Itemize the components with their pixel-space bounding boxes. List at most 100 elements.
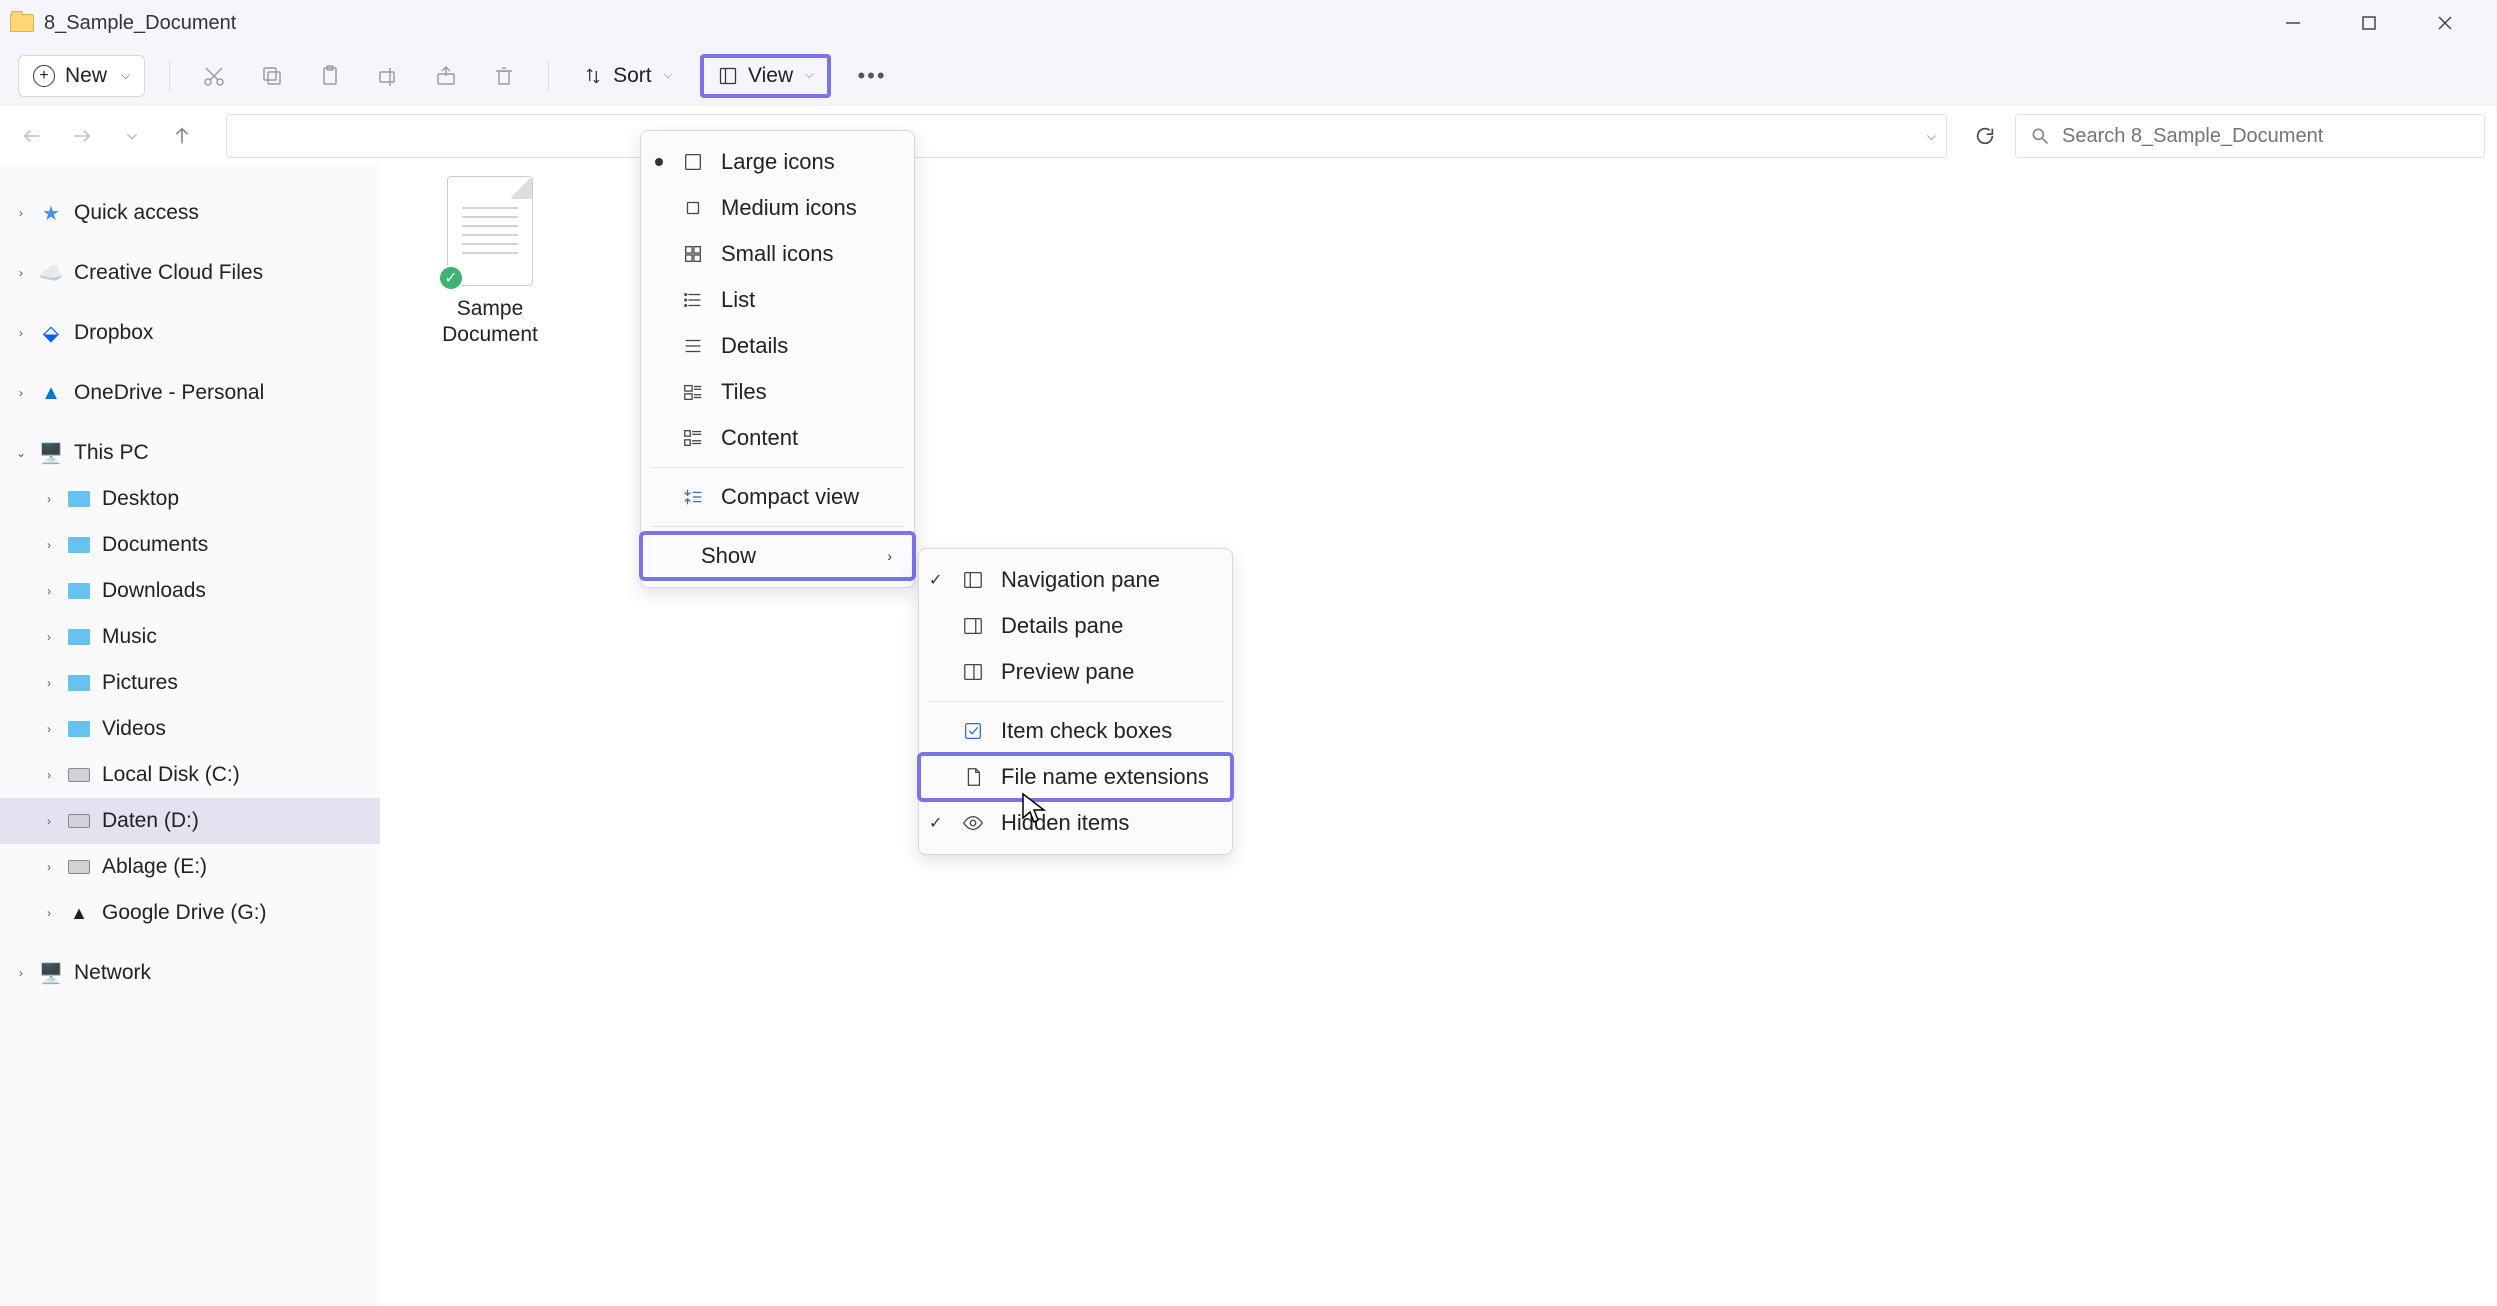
sidebar-item-network[interactable]: ›🖥️Network xyxy=(0,950,380,996)
more-button[interactable]: ••• xyxy=(849,59,894,93)
share-button[interactable] xyxy=(426,56,466,96)
sidebar-item-ablage[interactable]: ›Ablage (E:) xyxy=(0,844,380,890)
sidebar-label: This PC xyxy=(74,441,149,465)
file-item[interactable]: ✓ Sampe Document xyxy=(420,176,560,349)
sidebar-item-this-pc[interactable]: ⌄🖥️This PC xyxy=(0,430,380,476)
details-pane-icon xyxy=(961,615,985,637)
menu-item-hidden-items[interactable]: ✓ Hidden items xyxy=(919,800,1232,846)
menu-item-small-icons[interactable]: Small icons xyxy=(641,231,914,277)
selected-indicator xyxy=(655,158,663,166)
view-icon xyxy=(718,66,738,86)
maximize-button[interactable] xyxy=(2347,7,2391,39)
sidebar-item-videos[interactable]: ›Videos xyxy=(0,706,380,752)
up-button[interactable] xyxy=(162,116,202,156)
minimize-button[interactable] xyxy=(2271,7,2315,39)
sidebar-label: Network xyxy=(74,961,151,985)
folder-icon xyxy=(68,675,90,691)
menu-item-item-check-boxes[interactable]: Item check boxes xyxy=(919,708,1232,754)
sidebar-label: Creative Cloud Files xyxy=(74,261,263,285)
refresh-button[interactable] xyxy=(1965,116,2005,156)
list-icon xyxy=(681,289,705,311)
view-menu: Large icons Medium icons Small icons Lis… xyxy=(640,130,915,588)
close-button[interactable] xyxy=(2423,7,2467,39)
sidebar-item-creative-cloud[interactable]: ›☁️Creative Cloud Files xyxy=(0,250,380,296)
sidebar-item-local-disk[interactable]: ›Local Disk (C:) xyxy=(0,752,380,798)
folder-icon xyxy=(10,14,34,32)
details-icon xyxy=(681,335,705,357)
menu-label: Content xyxy=(721,425,798,451)
drive-icon xyxy=(68,768,90,782)
folder-icon xyxy=(68,583,90,599)
sidebar-item-documents[interactable]: ›Documents xyxy=(0,522,380,568)
sidebar-item-pictures[interactable]: ›Pictures xyxy=(0,660,380,706)
menu-item-navigation-pane[interactable]: ✓ Navigation pane xyxy=(919,557,1232,603)
titlebar: 8_Sample_Document xyxy=(0,0,2497,46)
copy-button[interactable] xyxy=(252,56,292,96)
menu-item-details-pane[interactable]: Details pane xyxy=(919,603,1232,649)
google-drive-icon: ▲ xyxy=(66,902,92,924)
rename-button[interactable] xyxy=(368,56,408,96)
sidebar-item-quick-access[interactable]: ›★Quick access xyxy=(0,190,380,236)
sort-button[interactable]: Sort ⌵ xyxy=(573,58,682,94)
drive-icon xyxy=(68,814,90,828)
new-label: New xyxy=(65,64,107,88)
search-box[interactable] xyxy=(2015,114,2485,158)
chevron-down-icon: ⌵ xyxy=(121,68,130,83)
forward-button[interactable] xyxy=(62,116,102,156)
menu-label: Tiles xyxy=(721,379,767,405)
sidebar-label: Desktop xyxy=(102,487,179,511)
search-input[interactable] xyxy=(2062,125,2470,148)
sidebar-label: Quick access xyxy=(74,201,199,225)
chevron-right-icon: › xyxy=(883,544,896,568)
menu-item-content[interactable]: Content xyxy=(641,415,914,461)
cut-button[interactable] xyxy=(194,56,234,96)
menu-item-preview-pane[interactable]: Preview pane xyxy=(919,649,1232,695)
menu-item-large-icons[interactable]: Large icons xyxy=(641,139,914,185)
window-title: 8_Sample_Document xyxy=(44,12,236,35)
menu-label: Navigation pane xyxy=(1001,567,1160,593)
view-button[interactable]: View ⌵ xyxy=(700,54,831,98)
new-button[interactable]: + New ⌵ xyxy=(18,55,145,97)
back-button[interactable] xyxy=(12,116,52,156)
sidebar-label: Documents xyxy=(102,533,208,557)
sidebar-item-google-drive[interactable]: ›▲Google Drive (G:) xyxy=(0,890,380,936)
sidebar-item-downloads[interactable]: ›Downloads xyxy=(0,568,380,614)
sidebar-label: Google Drive (G:) xyxy=(102,901,267,925)
sort-icon xyxy=(583,66,603,86)
cloud-icon: ☁️ xyxy=(38,262,64,284)
preview-pane-icon xyxy=(961,661,985,683)
pc-icon: 🖥️ xyxy=(38,442,64,464)
menu-item-medium-icons[interactable]: Medium icons xyxy=(641,185,914,231)
delete-button[interactable] xyxy=(484,56,524,96)
recent-dropdown[interactable] xyxy=(112,116,152,156)
sidebar-item-music[interactable]: ›Music xyxy=(0,614,380,660)
menu-label: Hidden items xyxy=(1001,810,1129,836)
menu-item-compact-view[interactable]: Compact view xyxy=(641,474,914,520)
sidebar-item-dropbox[interactable]: ›⬙Dropbox xyxy=(0,310,380,356)
onedrive-icon: ▲ xyxy=(38,382,64,404)
folder-icon xyxy=(68,629,90,645)
menu-item-file-name-extensions[interactable]: File name extensions xyxy=(919,754,1232,800)
menu-item-tiles[interactable]: Tiles xyxy=(641,369,914,415)
check-icon: ✓ xyxy=(929,813,942,833)
menu-label: Item check boxes xyxy=(1001,718,1172,744)
sort-label: Sort xyxy=(613,64,652,88)
address-dropdown[interactable]: ⌵ xyxy=(1927,129,1936,144)
sidebar-item-daten[interactable]: ›Daten (D:) xyxy=(0,798,380,844)
sync-status-icon: ✓ xyxy=(438,265,464,291)
file-thumbnail: ✓ xyxy=(447,176,533,286)
paste-button[interactable] xyxy=(310,56,350,96)
menu-item-show[interactable]: Show› xyxy=(641,533,914,579)
sidebar-label: Ablage (E:) xyxy=(102,855,207,879)
sidebar-item-desktop[interactable]: ›Desktop xyxy=(0,476,380,522)
menu-item-list[interactable]: List xyxy=(641,277,914,323)
sidebar-label: Local Disk (C:) xyxy=(102,763,240,787)
check-icon: ✓ xyxy=(929,570,942,590)
address-bar[interactable]: ⌵ xyxy=(226,114,1947,158)
hidden-items-icon xyxy=(961,812,985,834)
sidebar-item-onedrive[interactable]: ›▲OneDrive - Personal xyxy=(0,370,380,416)
small-icons-icon xyxy=(681,243,705,265)
sidebar-label: Daten (D:) xyxy=(102,809,199,833)
menu-item-details[interactable]: Details xyxy=(641,323,914,369)
folder-icon xyxy=(68,491,90,507)
